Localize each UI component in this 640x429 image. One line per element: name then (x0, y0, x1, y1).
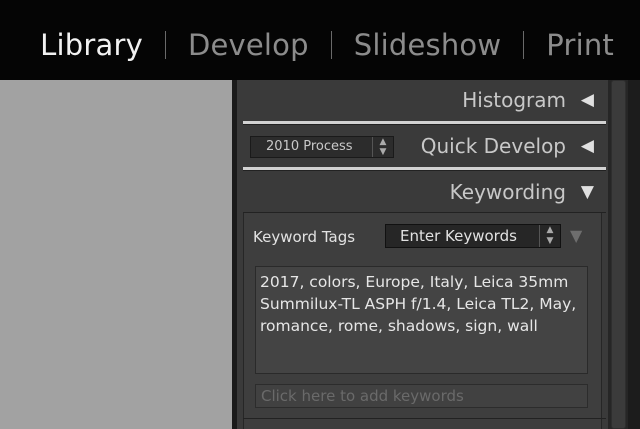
up-down-stepper-icon: ▲ ▼ (372, 137, 393, 157)
module-picker: Library Develop Slideshow Print (40, 28, 614, 62)
scrollbar-thumb[interactable] (611, 80, 626, 429)
keyword-tags-mode-value: Enter Keywords (400, 227, 517, 245)
module-separator (523, 31, 525, 59)
module-separator (330, 31, 332, 59)
collapse-left-triangle-icon[interactable]: ◀ (581, 136, 594, 156)
module-picker-bar: Library Develop Slideshow Print (0, 0, 640, 80)
collapse-left-triangle-icon[interactable]: ◀ (581, 90, 594, 110)
keywording-header[interactable]: Keywording ▼ (237, 172, 608, 212)
keyword-tags-label: Keyword Tags (253, 228, 356, 246)
process-version-value: 2010 Process (266, 139, 353, 154)
module-slideshow[interactable]: Slideshow (354, 28, 502, 62)
keyword-tags-mode-select[interactable]: Enter Keywords ▲ ▼ (385, 224, 561, 248)
module-separator (164, 31, 166, 59)
quick-develop-title: Quick Develop (420, 134, 566, 158)
module-library[interactable]: Library (40, 28, 143, 62)
panel-separator-shadow (243, 170, 606, 171)
keywording-title: Keywording (449, 180, 566, 204)
add-keywords-input[interactable]: Click here to add keywords (255, 384, 588, 408)
histogram-title: Histogram (462, 88, 566, 112)
image-canvas[interactable] (0, 80, 232, 429)
process-version-select[interactable]: 2010 Process ▲ ▼ (250, 136, 394, 158)
module-print[interactable]: Print (546, 28, 614, 62)
histogram-header[interactable]: Histogram ◀ (237, 80, 608, 120)
scrollbar-edge (628, 80, 640, 429)
keyword-options-triangle-icon[interactable]: ▼ (570, 226, 582, 245)
panel-separator-shadow (243, 418, 606, 419)
up-down-stepper-icon: ▲ ▼ (539, 225, 560, 247)
module-develop[interactable]: Develop (188, 28, 309, 62)
right-panel: Histogram ◀ Quick Develop ◀ 2010 Process… (237, 80, 608, 429)
keywords-textarea[interactable]: 2017, colors, Europe, Italy, Leica 35mm … (255, 266, 588, 374)
expand-down-triangle-icon[interactable]: ▼ (581, 182, 594, 202)
panel-separator-shadow (243, 124, 606, 125)
